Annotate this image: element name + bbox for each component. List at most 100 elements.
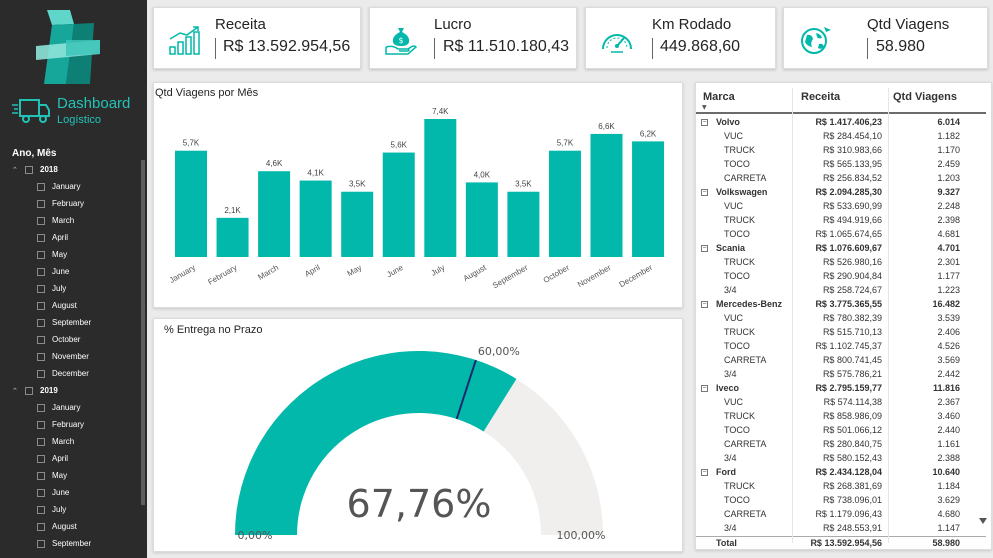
bar-october[interactable]	[548, 150, 581, 257]
bar-july[interactable]	[424, 119, 457, 257]
slicer-month-item[interactable]: February	[0, 416, 140, 433]
matrix-cell-qtd: 2.406	[937, 327, 960, 337]
matrix-scroll-down-icon[interactable]	[978, 515, 988, 529]
checkbox[interactable]	[25, 386, 33, 395]
collapse-icon[interactable]: −	[701, 301, 708, 308]
bar-september[interactable]	[507, 191, 540, 257]
slicer-month-item[interactable]: August	[0, 297, 140, 314]
checkbox[interactable]	[37, 437, 45, 446]
col-header-marca[interactable]: Marca	[703, 91, 735, 103]
bar-march[interactable]	[258, 171, 291, 257]
checkbox[interactable]	[37, 420, 45, 429]
slicer-year-2019[interactable]: ⌃ 2019	[0, 382, 140, 399]
slicer-month-item[interactable]: September	[0, 314, 140, 331]
matrix-cell-name: Mercedes-Benz	[716, 299, 783, 309]
matrix-child-row: TOCO R$ 1.065.674,65 4.681	[696, 228, 986, 242]
col-header-receita[interactable]: Receita	[801, 91, 840, 103]
slicer-month-item[interactable]: November	[0, 348, 140, 365]
collapse-icon[interactable]: −	[701, 245, 708, 252]
checkbox[interactable]	[37, 284, 45, 293]
kpi-separator	[215, 38, 216, 59]
checkbox[interactable]	[37, 318, 45, 327]
checkbox[interactable]	[37, 216, 45, 225]
slicer-month-item[interactable]: January	[0, 399, 140, 416]
matrix-cell-name: CARRETA	[724, 509, 767, 519]
slicer-month-item[interactable]: January	[0, 178, 140, 195]
matrix-cell-receita: R$ 256.834,52	[822, 173, 882, 183]
slicer-month-item[interactable]: December	[0, 365, 140, 382]
slicer-month-item[interactable]: June	[0, 263, 140, 280]
gauge-max-label: 100,00%	[557, 529, 606, 542]
col-header-qtd-viagens[interactable]: Qtd Viagens	[893, 91, 957, 103]
slicer-month-item[interactable]: September	[0, 535, 140, 552]
collapse-icon[interactable]: −	[701, 119, 708, 126]
matrix-brand-row: − Ford R$ 2.434.128,04 10.640	[696, 466, 986, 480]
checkbox[interactable]	[37, 403, 45, 412]
matrix-cell-receita: R$ 1.417.406,23	[815, 117, 882, 127]
matrix-child-row: TOCO R$ 565.133,95 2.459	[696, 158, 986, 172]
slicer-year-label: 2018	[40, 165, 58, 174]
slicer-month-item[interactable]: March	[0, 212, 140, 229]
matrix-cell-receita: R$ 565.133,95	[822, 159, 882, 169]
collapse-icon[interactable]: −	[701, 385, 708, 392]
slicer-month-item[interactable]: May	[0, 246, 140, 263]
bar-february[interactable]	[216, 217, 249, 257]
slicer-month-item[interactable]: May	[0, 467, 140, 484]
truck-icon	[12, 99, 50, 123]
gauge-target-label: 60,00%	[478, 345, 520, 358]
checkbox[interactable]	[37, 505, 45, 514]
slicer-month-item[interactable]: April	[0, 229, 140, 246]
checkbox[interactable]	[37, 199, 45, 208]
slicer-year-label: 2019	[40, 386, 58, 395]
matrix-cell-name: TRUCK	[724, 215, 755, 225]
slicer-month-item[interactable]: June	[0, 484, 140, 501]
checkbox[interactable]	[37, 233, 45, 242]
slicer-month-label: June	[52, 267, 70, 276]
checkbox[interactable]	[37, 182, 45, 191]
checkbox[interactable]	[37, 335, 45, 344]
checkbox[interactable]	[37, 352, 45, 361]
slicer-month-label: August	[52, 522, 77, 531]
slicer-year-2018[interactable]: ⌃ 2018	[0, 161, 140, 178]
sort-desc-icon[interactable]: ▼	[702, 104, 707, 111]
matrix-cell-qtd: 4.701	[937, 243, 960, 253]
checkbox[interactable]	[37, 454, 45, 463]
bar-november[interactable]	[590, 133, 623, 257]
bar-data-label: 6,2K	[640, 129, 657, 138]
slicer-month-label: March	[52, 437, 75, 446]
bar-january[interactable]	[175, 150, 207, 257]
collapse-icon[interactable]: −	[701, 189, 708, 196]
chevron-up-icon[interactable]: ⌃	[12, 387, 20, 395]
slicer-month-item[interactable]: March	[0, 433, 140, 450]
bar-may[interactable]	[341, 191, 374, 257]
checkbox[interactable]	[37, 250, 45, 259]
slicer-scrollbar[interactable]	[141, 160, 145, 505]
slicer-month-item[interactable]: July	[0, 280, 140, 297]
bar-december[interactable]	[632, 141, 665, 257]
slicer-month-item[interactable]: August	[0, 518, 140, 535]
x-tick-label: June	[385, 263, 405, 280]
checkbox[interactable]	[37, 301, 45, 310]
slicer-month-label: February	[52, 420, 85, 429]
checkbox[interactable]	[37, 522, 45, 531]
checkbox[interactable]	[25, 165, 33, 174]
checkbox[interactable]	[37, 488, 45, 497]
checkbox[interactable]	[37, 471, 45, 480]
checkbox[interactable]	[37, 267, 45, 276]
slicer-month-label: January	[52, 182, 81, 191]
bar-august[interactable]	[465, 182, 498, 257]
slicer-month-item[interactable]: April	[0, 450, 140, 467]
checkbox[interactable]	[37, 369, 45, 378]
slicer-month-item[interactable]: July	[0, 501, 140, 518]
slicer-month-item[interactable]: February	[0, 195, 140, 212]
bar-june[interactable]	[382, 152, 415, 257]
matrix-child-row: TRUCK R$ 526.980,16 2.301	[696, 256, 986, 270]
matrix-cell-name: 3/4	[724, 369, 737, 379]
checkbox[interactable]	[37, 539, 45, 548]
collapse-icon[interactable]: −	[701, 469, 708, 476]
bar-april[interactable]	[299, 180, 332, 257]
matrix-cell-name: VUC	[724, 131, 744, 141]
slicer-month-item[interactable]: October	[0, 331, 140, 348]
chevron-up-icon[interactable]: ⌃	[12, 166, 20, 174]
dashboard-subtitle: Logístico	[57, 114, 102, 126]
